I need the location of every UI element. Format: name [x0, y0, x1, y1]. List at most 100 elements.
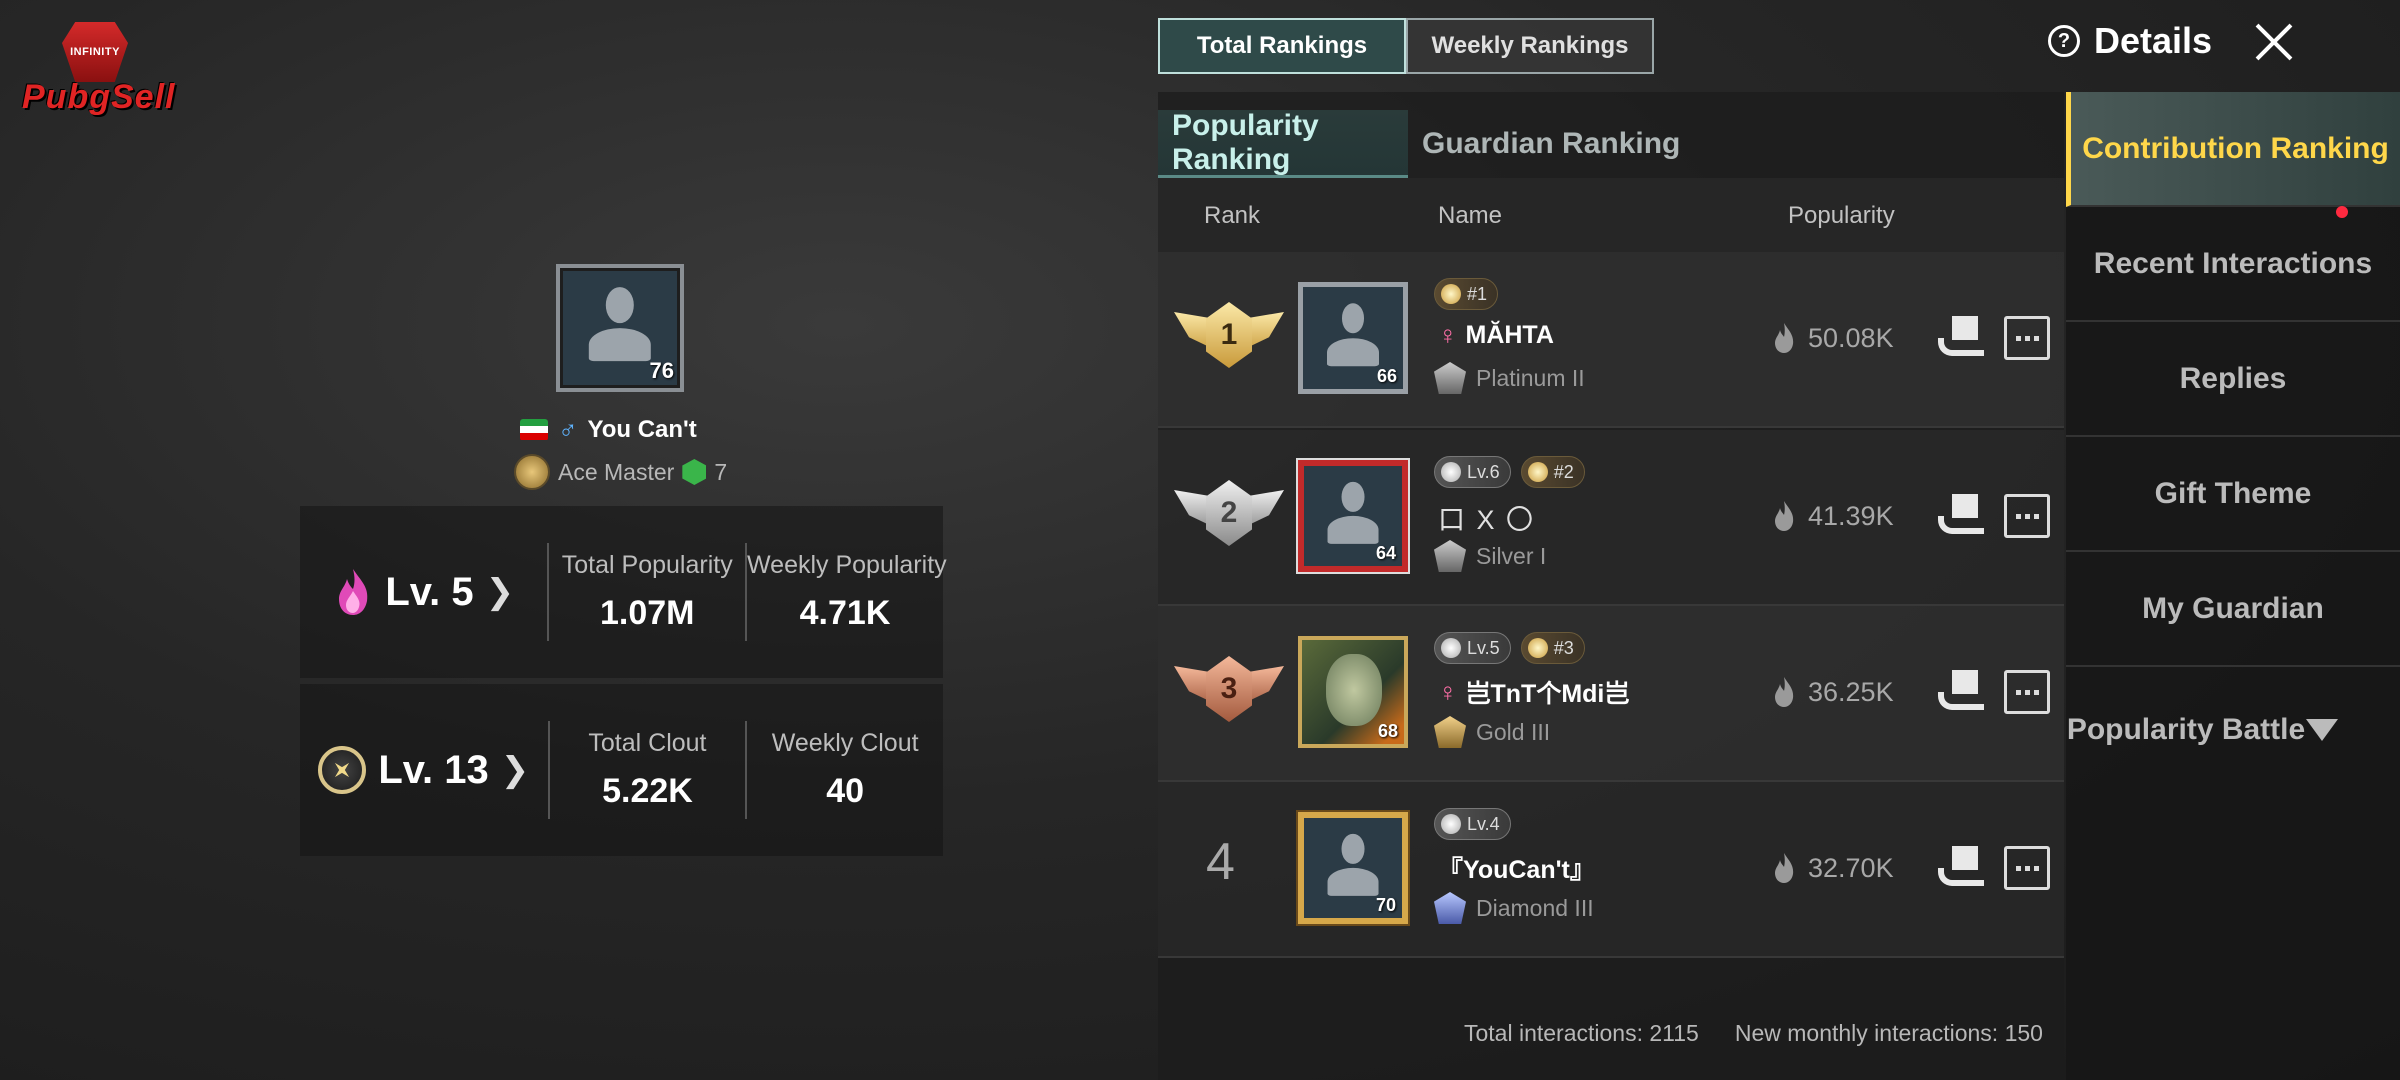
- logo-shield: INFINITY: [62, 22, 128, 82]
- rank-badge: #3: [1520, 632, 1585, 664]
- clout-stats: Lv. 13 ❯ Total Clout 5.22K Weekly Clout 40: [300, 684, 943, 856]
- column-header-rank: Rank: [1204, 202, 1261, 229]
- female-icon: ♀: [1438, 676, 1458, 707]
- sidebar-item-replies[interactable]: Replies: [2066, 322, 2400, 437]
- player-avatar[interactable]: 66: [1298, 282, 1408, 394]
- ranking-row[interactable]: 2 64 Lv.6 #2 口 X 〇 Silver I 41.39K: [1158, 430, 2064, 606]
- player-tier: Platinum II: [1434, 362, 1585, 394]
- gift-button[interactable]: [1938, 316, 1984, 360]
- flame-badge-icon: [1441, 284, 1461, 304]
- sidebar-item-recent-interactions[interactable]: Recent Interactions: [2066, 207, 2400, 322]
- level-icon: [1441, 638, 1461, 658]
- ranking-row[interactable]: 4 70 Lv.4 『YouCan't』 Diamond III 32.70K: [1158, 782, 2064, 958]
- clout-level-button[interactable]: Lv. 13 ❯: [300, 746, 548, 794]
- player-avatar[interactable]: 68: [1298, 636, 1408, 748]
- brand-logo: INFINITY PubgSell: [22, 22, 174, 122]
- level-icon: [1441, 814, 1461, 834]
- avatar-level: 64: [1375, 543, 1396, 563]
- sidebar-item-gift-theme[interactable]: Gift Theme: [2066, 437, 2400, 552]
- rank-badge: #2: [1520, 456, 1585, 488]
- rank-2-medal-icon: 2: [1174, 472, 1284, 562]
- profile-tier-row: Ace Master 7: [514, 454, 727, 490]
- message-button[interactable]: [2004, 846, 2050, 890]
- profile-name: You Can't: [587, 415, 697, 443]
- avatar-placeholder-icon: [588, 287, 652, 362]
- message-button[interactable]: [2004, 670, 2050, 714]
- profile-tier: Ace Master: [558, 458, 675, 485]
- platinum-tier-icon: [1434, 362, 1466, 394]
- ranking-row[interactable]: 3 68 Lv.5 #3 ♀ 岂TnT个Mdi岂 Gold III 36.25K: [1158, 606, 2064, 782]
- rank-3-medal-icon: 3: [1174, 648, 1284, 738]
- level-badge: Lv.5: [1434, 632, 1511, 664]
- player-popularity: 32.70K: [1772, 852, 1894, 884]
- player-avatar[interactable]: 70: [1298, 812, 1408, 924]
- avatar-placeholder-icon: [1327, 481, 1379, 544]
- hexagon-star-icon: [682, 459, 707, 485]
- gold-tier-icon: [1434, 716, 1466, 748]
- player-badges: #1: [1434, 278, 1499, 310]
- total-clout: Total Clout 5.22K: [588, 729, 707, 810]
- tab-weekly-rankings[interactable]: Weekly Rankings: [1406, 18, 1654, 74]
- message-button[interactable]: [2004, 494, 2050, 538]
- player-tier: Silver I: [1434, 540, 1546, 572]
- gift-icon: [1938, 316, 1984, 360]
- flame-icon: [1775, 501, 1794, 531]
- player-tier: Diamond III: [1434, 892, 1594, 924]
- column-headers: Rank Name Popularity: [1158, 178, 2064, 252]
- question-icon: ?: [2048, 25, 2080, 57]
- gift-icon: [1938, 846, 1984, 890]
- silver-tier-icon: [1434, 540, 1466, 572]
- player-badges: Lv.6 #2: [1434, 456, 1585, 488]
- details-button[interactable]: ? Details: [2048, 20, 2212, 62]
- profile-avatar[interactable]: 76: [556, 264, 684, 392]
- flame-icon: [1775, 323, 1794, 353]
- iran-flag-icon: [520, 418, 548, 441]
- sidebar-item-my-guardian[interactable]: My Guardian: [2066, 552, 2400, 667]
- player-avatar[interactable]: 64: [1298, 460, 1408, 572]
- column-header-popularity: Popularity: [1788, 202, 1895, 229]
- profile-name-row: ♂ You Can't: [520, 414, 720, 445]
- player-name: 『YouCan't』: [1438, 856, 1595, 884]
- sidebar: Contribution Ranking Recent Interactions…: [2066, 92, 2400, 1080]
- close-icon[interactable]: [2246, 14, 2302, 70]
- profile-tier-stars: 7: [714, 458, 728, 485]
- avatar-placeholder-icon: [1327, 833, 1379, 896]
- popularity-stats: Lv. 5 ❯ Total Popularity 1.07M Weekly Popu…: [300, 506, 947, 678]
- message-button[interactable]: [2004, 316, 2050, 360]
- sidebar-dropdown-popularity-battle[interactable]: Popularity Battle: [2066, 672, 2400, 787]
- interaction-stats: Total interactions: 2115 New monthly int…: [1464, 1020, 2043, 1047]
- level-badge: Lv.6: [1434, 456, 1511, 488]
- male-icon: ♂: [558, 414, 578, 444]
- flame-badge-icon: [1527, 638, 1548, 658]
- player-name: ♀ MĂHTA: [1438, 320, 1554, 350]
- gift-button[interactable]: [1938, 846, 1984, 890]
- sidebar-item-contribution-ranking[interactable]: Contribution Ranking: [2066, 92, 2400, 207]
- player-name: ♀ 岂TnT个Mdi岂: [1438, 676, 1630, 709]
- player-badges: Lv.4: [1434, 808, 1511, 840]
- column-header-name: Name: [1438, 202, 1503, 229]
- popularity-level-button[interactable]: Lv. 5 ❯: [300, 567, 547, 617]
- tab-popularity-ranking[interactable]: Popularity Ranking: [1158, 109, 1408, 178]
- level-icon: [1441, 462, 1461, 482]
- player-name: 口 X 〇: [1438, 505, 1536, 535]
- tab-guardian-ranking[interactable]: Guardian Ranking: [1408, 110, 1708, 178]
- chevron-right-icon: ❯: [485, 573, 515, 611]
- flame-icon: [1775, 853, 1794, 883]
- player-popularity: 36.25K: [1772, 676, 1894, 708]
- tab-total-rankings[interactable]: Total Rankings: [1158, 18, 1406, 74]
- gift-button[interactable]: [1938, 494, 1984, 538]
- gift-icon: [1938, 494, 1984, 538]
- gift-button[interactable]: [1938, 670, 1984, 714]
- avatar-photo: [1326, 654, 1382, 726]
- ranking-row[interactable]: 1 66 #1 ♀ MĂHTA Platinum II 50.08K: [1158, 252, 2064, 428]
- player-popularity: 41.39K: [1772, 500, 1894, 532]
- player-tier: Gold III: [1434, 716, 1550, 748]
- monthly-interactions: New monthly interactions: 150: [1734, 1020, 2043, 1046]
- gift-icon: [1938, 670, 1984, 714]
- total-popularity: Total Popularity 1.07M: [561, 551, 733, 632]
- flame-icon: [1775, 677, 1794, 707]
- avatar-level: 68: [1377, 721, 1398, 741]
- rank-badge: #1: [1434, 278, 1499, 310]
- level-badge: Lv.4: [1434, 808, 1511, 840]
- flame-icon: [339, 569, 368, 615]
